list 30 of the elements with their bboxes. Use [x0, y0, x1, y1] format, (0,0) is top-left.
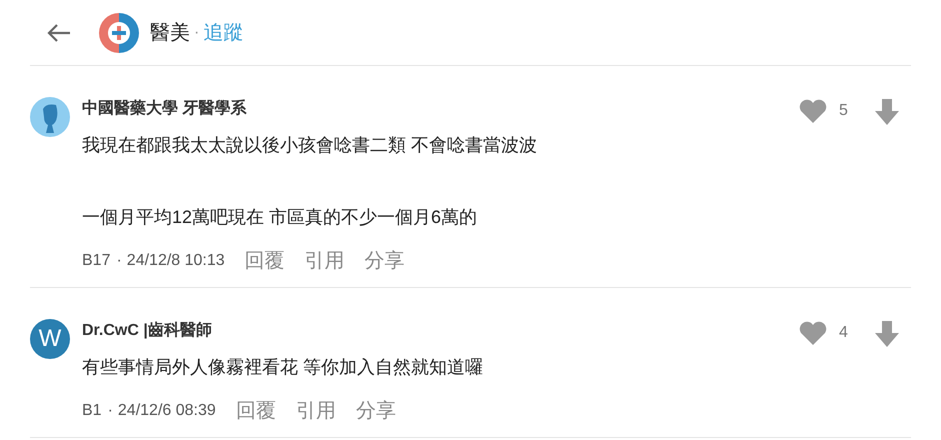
separator: · [194, 22, 200, 42]
action-link[interactable]: 引用 [296, 396, 336, 426]
action-link[interactable]: 引用 [304, 246, 345, 276]
down-arrow-icon[interactable] [875, 321, 899, 347]
comment-text: 有些事情局外人像霧裡看花 等你加入自然就知道囉 [82, 356, 484, 379]
floor-number: B1 [82, 401, 102, 421]
like-count: 4 [839, 323, 849, 343]
author-name: 中國醫藥大學 牙醫學系 [82, 98, 248, 119]
avatar: W [30, 319, 70, 359]
post-time: 24/12/6 08:39 [118, 401, 216, 421]
floor-number: B17 [82, 251, 110, 271]
post-time: 24/12/8 10:13 [126, 251, 225, 271]
action-link[interactable]: 回覆 [244, 246, 285, 276]
avatar-icon [30, 97, 70, 137]
separator: · [116, 251, 122, 271]
follow-link[interactable]: 追蹤 [203, 18, 244, 48]
action-link[interactable]: 回覆 [236, 396, 276, 426]
down-arrow-icon[interactable] [875, 99, 899, 125]
heart-icon[interactable] [799, 99, 827, 123]
action-link[interactable]: 分享 [356, 396, 396, 426]
action-link[interactable]: 分享 [364, 246, 405, 276]
board-name: 醫美 [150, 20, 190, 46]
comment-text: 我現在都跟我太太說以後小孩會唸書二類 不會唸書當波波 [82, 134, 538, 157]
author-name: Dr.CwC |齒科醫師 [82, 320, 213, 341]
comment-text: 一個月平均12萬吧現在 市區真的不少一個月6萬的 [82, 206, 478, 229]
back-arrow-icon[interactable] [46, 22, 72, 42]
separator: · [108, 401, 113, 421]
heart-icon[interactable] [799, 321, 827, 345]
like-count: 5 [839, 101, 849, 121]
logo-icon [98, 12, 140, 54]
